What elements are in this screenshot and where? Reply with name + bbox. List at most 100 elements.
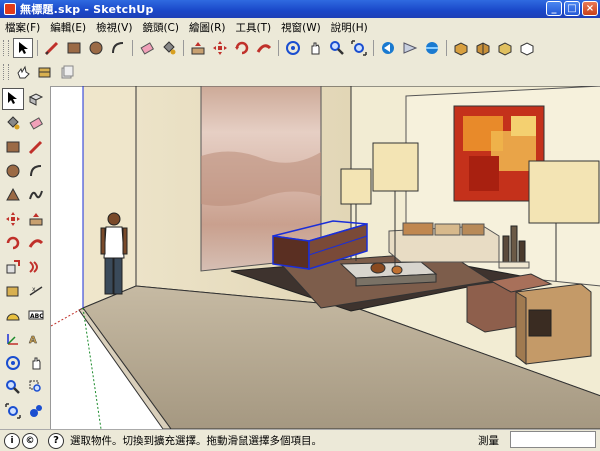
x-ray-icon[interactable] (473, 38, 493, 58)
text-icon[interactable]: ABC (25, 304, 47, 326)
sofa-cushion (434, 223, 461, 236)
polygon-icon[interactable] (2, 184, 24, 206)
eraser-icon[interactable] (25, 112, 47, 134)
main-toolbar (0, 37, 600, 59)
artwork-block (469, 156, 499, 191)
toolbar-grip[interactable] (3, 64, 9, 80)
pencil-line-icon[interactable] (42, 38, 62, 58)
line-icon[interactable] (25, 136, 47, 158)
sofa-cushion (461, 223, 485, 236)
toolbar-separator (278, 40, 279, 56)
circle-icon[interactable] (86, 38, 106, 58)
floor-lamp-shade (528, 160, 600, 224)
scale-icon[interactable] (2, 256, 24, 278)
side-table-face (515, 291, 527, 366)
credits-icon[interactable]: © (22, 432, 38, 449)
menu-draw[interactable]: 繪圖(R) (184, 20, 231, 35)
minimize-button[interactable]: _ (546, 1, 562, 16)
toolbar-separator (446, 40, 447, 56)
wireframe-icon[interactable] (517, 38, 537, 58)
component-icon[interactable] (25, 88, 47, 110)
3d-text-icon[interactable]: A (25, 328, 47, 350)
eraser-icon[interactable] (137, 38, 157, 58)
push-pull-icon[interactable] (188, 38, 208, 58)
zoom-extents-icon[interactable] (349, 38, 369, 58)
tape-measure-icon[interactable] (2, 280, 24, 302)
zoom-icon[interactable] (2, 376, 24, 398)
measure-tape-icon[interactable] (35, 62, 55, 82)
toolbar-separator (373, 40, 374, 56)
menu-edit[interactable]: 編輯(E) (45, 20, 91, 35)
menu-window[interactable]: 視窗(W) (276, 20, 326, 35)
measurements-label: 測量 (478, 435, 499, 447)
floor-lamp-shade (372, 142, 419, 192)
move-icon[interactable] (210, 38, 230, 58)
window-controls: _ □ × (546, 1, 598, 16)
rotate-icon[interactable] (232, 38, 252, 58)
bowl-object (370, 262, 386, 274)
3d-viewport[interactable] (50, 86, 600, 429)
maximize-button[interactable]: □ (564, 1, 580, 16)
hand-icon[interactable] (13, 62, 33, 82)
toolbar-separator (37, 40, 38, 56)
rectangle-icon[interactable] (2, 136, 24, 158)
offset-icon[interactable] (25, 256, 47, 278)
push-pull-icon[interactable] (25, 208, 47, 230)
pages-icon[interactable] (57, 62, 77, 82)
circle-icon[interactable] (2, 160, 24, 182)
orbit-icon[interactable] (283, 38, 303, 58)
menu-tools[interactable]: 工具(T) (230, 20, 276, 35)
paint-bucket-icon[interactable] (2, 112, 24, 134)
menu-file[interactable]: 檔案(F) (0, 20, 45, 35)
artwork-block (511, 116, 536, 136)
arc-icon[interactable] (25, 160, 47, 182)
move-icon[interactable] (2, 208, 24, 230)
next-view-icon[interactable] (400, 38, 420, 58)
dimension-icon[interactable]: x (25, 280, 47, 302)
status-bar: i © ? 選取物件。切換到擴充選擇。拖動滑鼠選擇多個項目。 測量 (0, 429, 600, 451)
secondary-toolbar (0, 60, 600, 84)
menu-view[interactable]: 檢視(V) (91, 20, 137, 35)
pan-icon[interactable] (305, 38, 325, 58)
measurements-input[interactable] (510, 431, 596, 448)
shaded-style-icon[interactable] (451, 38, 471, 58)
sofa-cushion (402, 222, 434, 236)
sketchup-app-icon (4, 3, 16, 15)
toolbar-separator (132, 40, 133, 56)
menu-bar: 檔案(F) 編輯(E) 檢視(V) 鏡頭(C) 繪圖(R) 工具(T) 視窗(W… (0, 18, 600, 36)
freehand-icon[interactable] (25, 184, 47, 206)
protractor-icon[interactable] (2, 304, 24, 326)
scene-canvas[interactable] (51, 86, 600, 429)
follow-me-icon[interactable] (254, 38, 274, 58)
standard-views-icon[interactable] (422, 38, 442, 58)
zoom-window-icon[interactable] (25, 376, 47, 398)
select-icon[interactable] (2, 88, 24, 110)
rotate-icon[interactable] (2, 232, 24, 254)
side-table (515, 283, 592, 365)
follow-me-icon[interactable] (25, 232, 47, 254)
menu-help[interactable]: 說明(H) (326, 20, 373, 35)
menu-camera[interactable]: 鏡頭(C) (137, 20, 184, 35)
bowl-object-small (391, 265, 403, 275)
geo-location-icon[interactable]: i (4, 432, 20, 449)
svg-text:ABC: ABC (30, 313, 44, 320)
textured-icon[interactable] (495, 38, 515, 58)
rectangle-icon[interactable] (64, 38, 84, 58)
orbit-icon[interactable] (2, 352, 24, 374)
toolbar-separator (183, 40, 184, 56)
toolbar-grip[interactable] (3, 40, 9, 56)
axes-icon[interactable] (2, 328, 24, 350)
select-icon[interactable] (13, 38, 33, 58)
walk-icon[interactable] (25, 400, 47, 422)
status-message: 選取物件。切換到擴充選擇。拖動滑鼠選擇多個項目。 (70, 435, 322, 447)
help-icon[interactable]: ? (48, 432, 64, 449)
title-bar: 無標題.skp - SketchUp _ □ × (0, 0, 600, 18)
svg-text:A: A (29, 335, 37, 346)
close-button[interactable]: × (582, 1, 598, 16)
zoom-icon[interactable] (327, 38, 347, 58)
previous-view-icon[interactable] (378, 38, 398, 58)
pan-icon[interactable] (25, 352, 47, 374)
paint-bucket-icon[interactable] (159, 38, 179, 58)
arc-icon[interactable] (108, 38, 128, 58)
zoom-extents-icon[interactable] (2, 400, 24, 422)
